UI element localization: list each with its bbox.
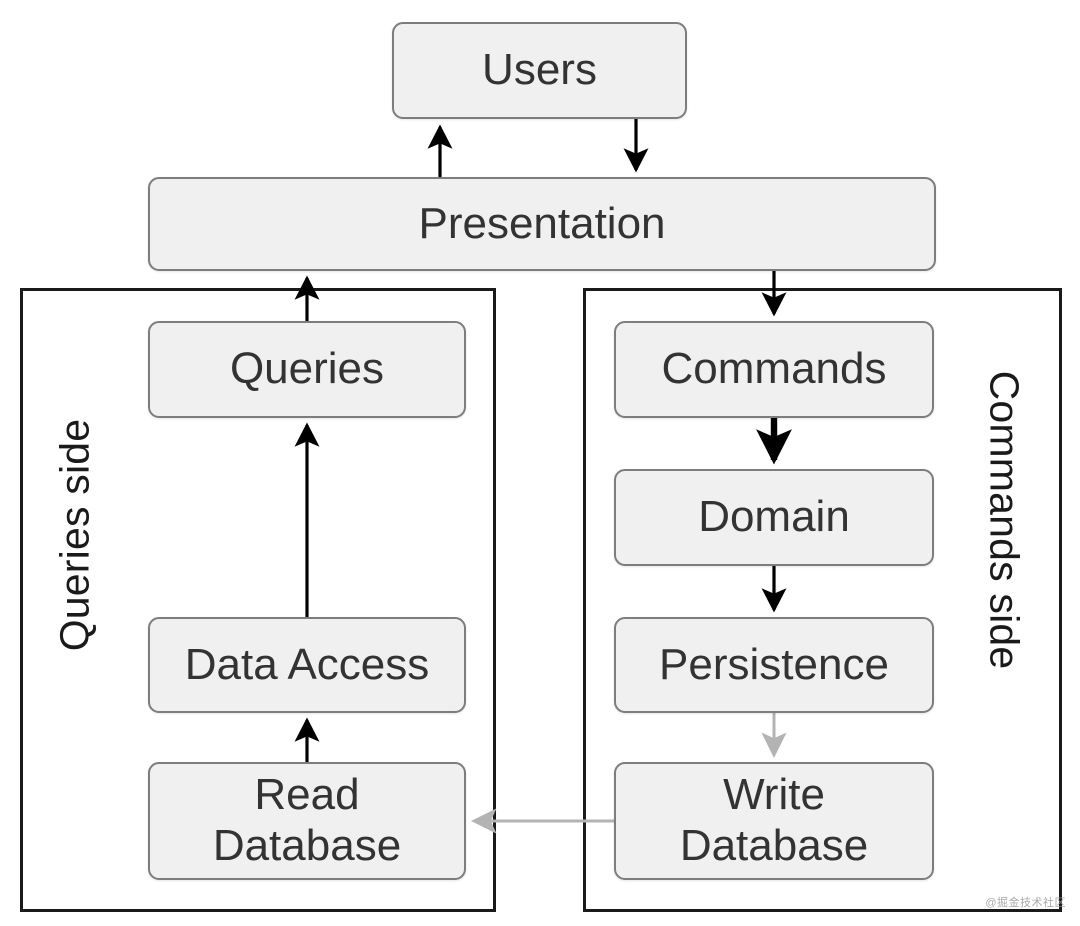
node-read-database-line1: Read (254, 770, 360, 820)
group-label-commands-side: Commands side (981, 370, 1028, 670)
node-write-database-line2: Database (679, 821, 869, 870)
node-queries[interactable]: Queries (148, 321, 466, 418)
node-read-database-line2: Database (212, 821, 402, 870)
node-queries-label: Queries (229, 344, 385, 394)
node-data-access[interactable]: Data Access (148, 617, 466, 713)
node-write-database-label: Write Database (680, 770, 868, 871)
diagram-canvas: Queries side Commands side Users Present… (0, 0, 1080, 926)
node-commands[interactable]: Commands (614, 321, 934, 418)
node-commands-label: Commands (661, 344, 887, 394)
node-presentation-label: Presentation (418, 198, 666, 248)
node-users-label: Users (482, 45, 597, 95)
node-read-database-label: Read Database (213, 770, 401, 871)
node-users[interactable]: Users (392, 22, 687, 119)
watermark: @掘金技术社区 (985, 897, 1066, 909)
node-presentation[interactable]: Presentation (148, 177, 936, 271)
node-data-access-label: Data Access (184, 639, 430, 689)
node-read-database[interactable]: Read Database (148, 762, 466, 880)
node-persistence[interactable]: Persistence (614, 617, 934, 713)
node-write-database-line1: Write (723, 770, 825, 820)
node-domain[interactable]: Domain (614, 469, 934, 566)
group-label-queries-side: Queries side (51, 418, 98, 652)
node-persistence-label: Persistence (659, 639, 889, 689)
node-write-database[interactable]: Write Database (614, 762, 934, 880)
node-domain-label: Domain (698, 492, 850, 542)
